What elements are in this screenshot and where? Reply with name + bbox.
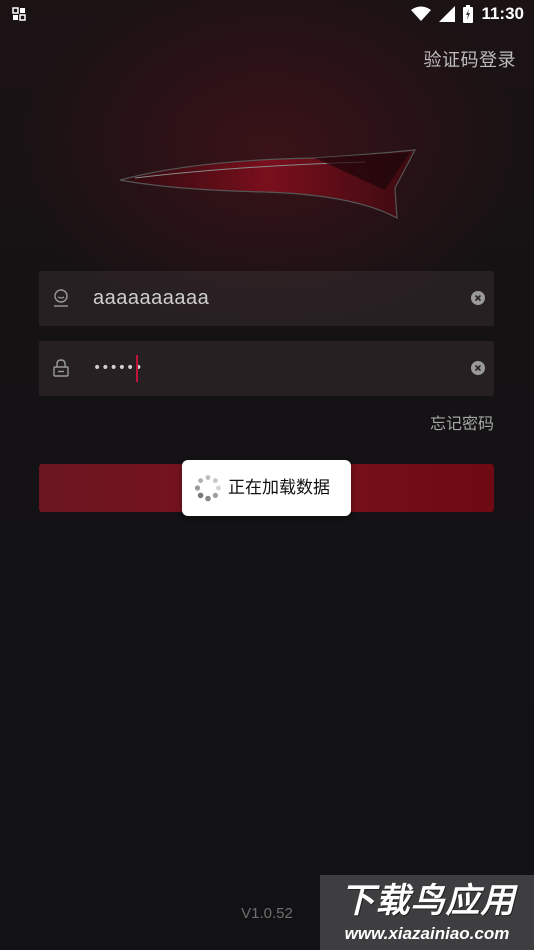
username-input[interactable]: aaaaaaaaaa xyxy=(93,271,209,326)
loading-text: 正在加载数据 xyxy=(228,478,330,498)
clear-icon[interactable] xyxy=(471,361,485,375)
lock-icon xyxy=(53,359,69,377)
clear-icon[interactable] xyxy=(471,291,485,305)
status-icons: 11:30 xyxy=(411,3,524,25)
user-icon xyxy=(54,289,68,307)
loading-spinner-icon xyxy=(194,475,221,502)
text-caret xyxy=(136,355,138,382)
forgot-password-link[interactable]: 忘记密码 xyxy=(430,410,494,434)
signal-icon xyxy=(439,6,456,22)
login-screen: 11:30 验证码登录 aaaaaaaaaa •••••• 忘记密码 正在加载数… xyxy=(0,0,534,950)
watermark-url: www.xiazainiao.com xyxy=(344,924,510,943)
watermark: 下载鸟应用 www.xiazainiao.com xyxy=(320,875,534,950)
wifi-icon xyxy=(411,6,432,21)
username-field[interactable]: aaaaaaaaaa xyxy=(39,271,494,326)
loading-dialog: 正在加载数据 xyxy=(182,460,351,516)
status-bar: 11:30 xyxy=(0,0,534,28)
password-field[interactable]: •••••• xyxy=(39,341,494,396)
watermark-title: 下载鸟应用 xyxy=(340,881,516,921)
battery-icon xyxy=(463,5,474,23)
sms-login-link[interactable]: 验证码登录 xyxy=(424,46,517,72)
version-label: V1.0.52 xyxy=(241,905,293,922)
brand-logo xyxy=(119,149,417,220)
notification-icon xyxy=(12,7,26,21)
status-time: 11:30 xyxy=(481,4,524,23)
